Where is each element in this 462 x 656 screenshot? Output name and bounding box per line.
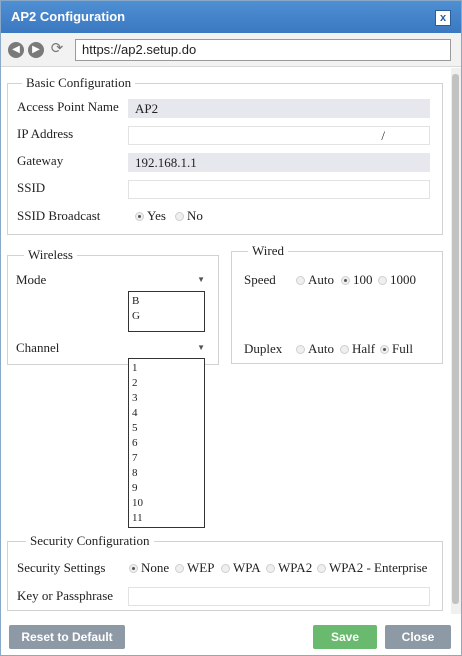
radio-icon bbox=[317, 563, 326, 573]
security-none[interactable]: None bbox=[129, 560, 169, 576]
wired-group: Wired Speed Auto 100 1000 Duplex Auto Ha… bbox=[231, 243, 443, 364]
ssid-broadcast-no[interactable]: No bbox=[175, 208, 203, 224]
ap2-config-window: AP2 Configuration x ◀ ▶ ⟳ https://ap2.se… bbox=[0, 0, 462, 656]
dropdown-arrow-icon: ▼ bbox=[197, 275, 205, 284]
key-passphrase-input[interactable] bbox=[128, 587, 430, 606]
mode-option[interactable]: B bbox=[132, 294, 201, 309]
radio-selected-icon bbox=[135, 211, 144, 221]
duplex-half[interactable]: Half bbox=[340, 341, 375, 357]
radio-selected-icon bbox=[341, 275, 350, 285]
close-button[interactable]: Close bbox=[385, 625, 451, 649]
duplex-label: Duplex bbox=[244, 341, 283, 356]
radio-icon bbox=[378, 275, 387, 285]
ssid-broadcast-label: SSID Broadcast bbox=[17, 208, 101, 223]
speed-label: Speed bbox=[244, 272, 276, 287]
radio-selected-icon bbox=[380, 344, 389, 354]
channel-option[interactable]: 6 bbox=[132, 436, 201, 451]
channel-option[interactable]: 8 bbox=[132, 466, 201, 481]
wireless-legend: Wireless bbox=[24, 247, 77, 263]
basic-config-group: Basic Configuration Access Point Name AP… bbox=[7, 75, 443, 235]
speed-100[interactable]: 100 bbox=[341, 272, 373, 288]
radio-selected-icon bbox=[129, 563, 138, 573]
channel-select[interactable]: ▼ bbox=[128, 341, 208, 359]
security-config-legend: Security Configuration bbox=[26, 533, 154, 549]
radio-icon bbox=[266, 563, 275, 573]
mode-label: Mode bbox=[16, 272, 47, 287]
close-icon[interactable]: x bbox=[435, 10, 451, 26]
radio-icon bbox=[175, 563, 184, 573]
channel-option[interactable]: 1 bbox=[132, 361, 201, 376]
security-settings-label: Security Settings bbox=[17, 560, 106, 575]
channel-option[interactable]: 4 bbox=[132, 406, 201, 421]
channel-option[interactable]: 10 bbox=[132, 496, 201, 511]
channel-listbox[interactable]: 1 2 3 4 5 6 7 8 9 10 11 bbox=[128, 358, 205, 528]
reset-to-default-button[interactable]: Reset to Default bbox=[9, 625, 125, 649]
channel-option[interactable]: 11 bbox=[132, 511, 201, 526]
key-passphrase-label: Key or Passphrase bbox=[17, 588, 114, 603]
config-content: Basic Configuration Access Point Name AP… bbox=[1, 68, 450, 614]
security-wpa2-enterprise[interactable]: WPA2 - Enterprise bbox=[317, 560, 427, 576]
channel-option[interactable]: 3 bbox=[132, 391, 201, 406]
radio-icon bbox=[296, 275, 305, 285]
duplex-full[interactable]: Full bbox=[380, 341, 413, 357]
channel-option[interactable]: 7 bbox=[132, 451, 201, 466]
ssid-broadcast-yes[interactable]: Yes bbox=[135, 208, 166, 224]
ssid-label: SSID bbox=[17, 180, 46, 195]
radio-icon bbox=[296, 344, 305, 354]
radio-icon bbox=[221, 563, 230, 573]
ap-name-label: Access Point Name bbox=[17, 99, 119, 114]
security-wpa[interactable]: WPA bbox=[221, 560, 261, 576]
browser-navbar: ◀ ▶ ⟳ https://ap2.setup.do bbox=[1, 33, 461, 67]
wired-legend: Wired bbox=[248, 243, 288, 259]
duplex-auto[interactable]: Auto bbox=[296, 341, 334, 357]
ap-name-input[interactable]: AP2 bbox=[128, 99, 430, 118]
back-arrow-icon[interactable]: ◀ bbox=[8, 42, 24, 58]
basic-config-legend: Basic Configuration bbox=[22, 75, 136, 91]
title-bar: AP2 Configuration x bbox=[1, 1, 461, 33]
window-title: AP2 Configuration bbox=[11, 9, 126, 24]
speed-1000[interactable]: 1000 bbox=[378, 272, 416, 288]
mode-listbox[interactable]: B G bbox=[128, 291, 205, 332]
channel-option[interactable]: 5 bbox=[132, 421, 201, 436]
security-config-group: Security Configuration Security Settings… bbox=[7, 533, 443, 611]
radio-icon bbox=[340, 344, 349, 354]
vertical-scrollbar[interactable] bbox=[451, 68, 461, 614]
channel-option[interactable]: 9 bbox=[132, 481, 201, 496]
dropdown-arrow-icon: ▼ bbox=[197, 343, 205, 352]
save-button[interactable]: Save bbox=[313, 625, 377, 649]
gateway-label: Gateway bbox=[17, 153, 64, 168]
scrollbar-thumb[interactable] bbox=[452, 74, 459, 604]
radio-icon bbox=[175, 211, 184, 221]
channel-label: Channel bbox=[16, 340, 60, 355]
address-bar[interactable]: https://ap2.setup.do bbox=[75, 39, 451, 61]
speed-auto[interactable]: Auto bbox=[296, 272, 334, 288]
gateway-input[interactable]: 192.168.1.1 bbox=[128, 153, 430, 172]
security-wep[interactable]: WEP bbox=[175, 560, 214, 576]
forward-arrow-icon[interactable]: ▶ bbox=[28, 42, 44, 58]
ssid-input[interactable] bbox=[128, 180, 430, 199]
ip-address-label: IP Address bbox=[17, 126, 74, 141]
channel-option[interactable]: 2 bbox=[132, 376, 201, 391]
mode-select[interactable]: ▼ bbox=[128, 273, 208, 291]
refresh-icon[interactable]: ⟳ bbox=[49, 40, 65, 56]
mode-option[interactable]: G bbox=[132, 309, 201, 324]
ip-address-input[interactable]: / bbox=[128, 126, 430, 145]
security-wpa2[interactable]: WPA2 bbox=[266, 560, 312, 576]
